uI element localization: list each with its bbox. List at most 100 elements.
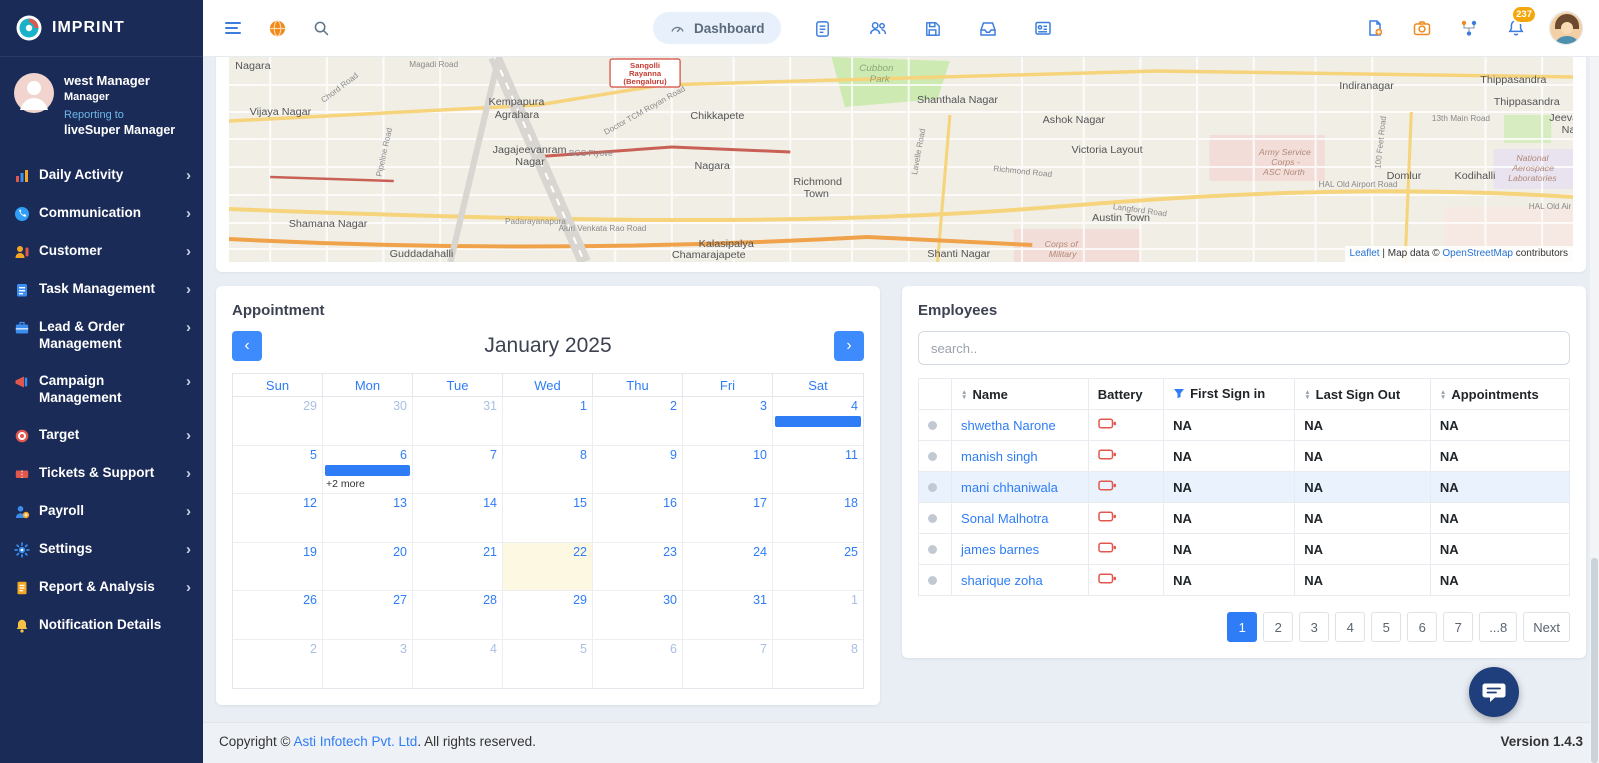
employee-name-link[interactable]: Sonal Malhotra <box>961 511 1048 526</box>
profile-avatar[interactable] <box>1549 11 1583 45</box>
calendar-cell[interactable]: 1 <box>503 397 593 446</box>
event-bar[interactable] <box>775 416 861 427</box>
calendar-cell[interactable]: 31 <box>413 397 503 446</box>
calendar-cell[interactable]: 12 <box>233 494 323 543</box>
workflow-icon[interactable] <box>1455 14 1483 42</box>
sidebar-item-communication[interactable]: Communication› <box>0 195 203 233</box>
event-bar[interactable] <box>325 465 410 476</box>
page-button-ellipsis-8[interactable]: ...8 <box>1479 612 1517 642</box>
employee-search-input[interactable] <box>918 331 1570 365</box>
calendar-cell[interactable]: 30 <box>323 397 413 446</box>
column-header-last-sign-out[interactable]: ▲▼Last Sign Out <box>1295 379 1431 410</box>
calendar-cell[interactable]: 7 <box>683 640 773 689</box>
calendar-cell[interactable]: 4 <box>413 640 503 689</box>
filter-icon[interactable] <box>1173 387 1185 402</box>
calendar-cell[interactable]: 27 <box>323 591 413 640</box>
page-button-1[interactable]: 1 <box>1227 612 1257 642</box>
calendar-cell[interactable]: 17 <box>683 494 773 543</box>
employee-name-link[interactable]: james barnes <box>961 542 1039 557</box>
calendar-cell[interactable]: 1 <box>773 591 863 640</box>
calendar-cell[interactable]: 2 <box>593 397 683 446</box>
map[interactable]: SangolliRayanna(Bengaluru) NagaraVijaya … <box>229 57 1573 262</box>
calendar-cell[interactable]: 29 <box>233 397 323 446</box>
sidebar-item-campaign-management[interactable]: Campaign Management› <box>0 363 203 417</box>
employee-name-link[interactable]: shwetha Narone <box>961 418 1056 433</box>
inbox-icon[interactable] <box>974 14 1002 42</box>
globe-icon[interactable] <box>263 14 291 42</box>
calendar-cell[interactable]: 5 <box>233 446 323 495</box>
tasks-icon[interactable] <box>809 14 837 42</box>
export-document-icon[interactable] <box>1361 14 1389 42</box>
calendar-cell[interactable]: 26 <box>233 591 323 640</box>
calendar-cell[interactable]: 24 <box>683 543 773 592</box>
calendar-cell[interactable]: 29 <box>503 591 593 640</box>
sidebar-item-settings[interactable]: Settings› <box>0 531 203 569</box>
search-icon[interactable] <box>307 14 335 42</box>
employee-name-link[interactable]: mani chhaniwala <box>961 480 1058 495</box>
calendar-cell[interactable]: 3 <box>683 397 773 446</box>
calendar-prev-button[interactable]: ‹ <box>232 331 262 361</box>
page-button-7[interactable]: 7 <box>1443 612 1473 642</box>
chat-fab-button[interactable] <box>1469 667 1519 717</box>
save-icon[interactable] <box>919 14 947 42</box>
more-events-link[interactable]: +2 more <box>326 478 365 490</box>
next-page-button[interactable]: Next <box>1523 612 1570 642</box>
notifications-bell-icon[interactable]: 237 <box>1502 14 1530 42</box>
calendar-cell[interactable]: 11 <box>773 446 863 495</box>
calendar-cell[interactable]: 3 <box>323 640 413 689</box>
users-icon[interactable] <box>864 14 892 42</box>
calendar-cell[interactable]: 10 <box>683 446 773 495</box>
calendar-cell[interactable]: 19 <box>233 543 323 592</box>
sidebar-item-tickets-support[interactable]: Tickets & Support› <box>0 455 203 493</box>
sidebar-item-task-management[interactable]: Task Management› <box>0 271 203 309</box>
calendar-cell[interactable]: 2 <box>233 640 323 689</box>
calendar-cell[interactable]: 28 <box>413 591 503 640</box>
calendar-cell[interactable]: 16 <box>593 494 683 543</box>
map-canvas[interactable]: SangolliRayanna(Bengaluru) NagaraVijaya … <box>229 57 1573 262</box>
page-button-4[interactable]: 4 <box>1335 612 1365 642</box>
column-header-name[interactable]: ▲▼Name <box>952 379 1089 410</box>
sidebar-item-lead-order-management[interactable]: Lead & Order Management› <box>0 309 203 363</box>
calendar-cell[interactable]: 30 <box>593 591 683 640</box>
sidebar-item-payroll[interactable]: Payroll› <box>0 493 203 531</box>
employee-name-link[interactable]: sharique zoha <box>961 573 1043 588</box>
column-header-first-sign-in[interactable]: First Sign in <box>1164 379 1295 410</box>
page-button-6[interactable]: 6 <box>1407 612 1437 642</box>
calendar-cell[interactable]: 8 <box>773 640 863 689</box>
dashboard-tab[interactable]: Dashboard <box>653 12 781 44</box>
calendar-cell[interactable]: 23 <box>593 543 683 592</box>
calendar-cell[interactable]: 25 <box>773 543 863 592</box>
leaflet-link[interactable]: Leaflet <box>1350 248 1380 259</box>
sidebar-item-target[interactable]: Target› <box>0 417 203 455</box>
calendar-cell[interactable]: 14 <box>413 494 503 543</box>
calendar-cell[interactable]: 13 <box>323 494 413 543</box>
page-button-5[interactable]: 5 <box>1371 612 1401 642</box>
sidebar-item-daily-activity[interactable]: Daily Activity› <box>0 157 203 195</box>
scrollbar-thumb[interactable] <box>1591 558 1598 763</box>
menu-toggle-icon[interactable] <box>219 14 247 42</box>
page-button-2[interactable]: 2 <box>1263 612 1293 642</box>
calendar-next-button[interactable]: › <box>834 331 864 361</box>
calendar-cell[interactable]: 8 <box>503 446 593 495</box>
sidebar-item-notification-details[interactable]: Notification Details <box>0 607 203 644</box>
calendar-cell[interactable]: 15 <box>503 494 593 543</box>
sidebar-item-customer[interactable]: Customer› <box>0 233 203 271</box>
employee-name-link[interactable]: manish singh <box>961 449 1038 464</box>
company-link[interactable]: Asti Infotech Pvt. Ltd <box>293 734 417 749</box>
id-card-icon[interactable] <box>1029 14 1057 42</box>
calendar-cell-today[interactable]: 22 <box>503 543 593 592</box>
camera-icon[interactable] <box>1408 14 1436 42</box>
calendar-cell[interactable]: 21 <box>413 543 503 592</box>
sidebar-item-report-analysis[interactable]: Report & Analysis› <box>0 569 203 607</box>
calendar-cell[interactable]: 6 <box>593 640 683 689</box>
calendar-cell[interactable]: 5 <box>503 640 593 689</box>
user-avatar[interactable] <box>14 73 54 137</box>
calendar-cell[interactable]: 9 <box>593 446 683 495</box>
calendar-cell[interactable]: 18 <box>773 494 863 543</box>
calendar-cell[interactable]: 7 <box>413 446 503 495</box>
calendar-cell[interactable]: 31 <box>683 591 773 640</box>
calendar-cell[interactable]: 20 <box>323 543 413 592</box>
column-header-appointments[interactable]: ▲▼Appointments <box>1430 379 1569 410</box>
openstreetmap-link[interactable]: OpenStreetMap <box>1442 248 1513 259</box>
calendar-cell[interactable]: 4 <box>773 397 863 446</box>
